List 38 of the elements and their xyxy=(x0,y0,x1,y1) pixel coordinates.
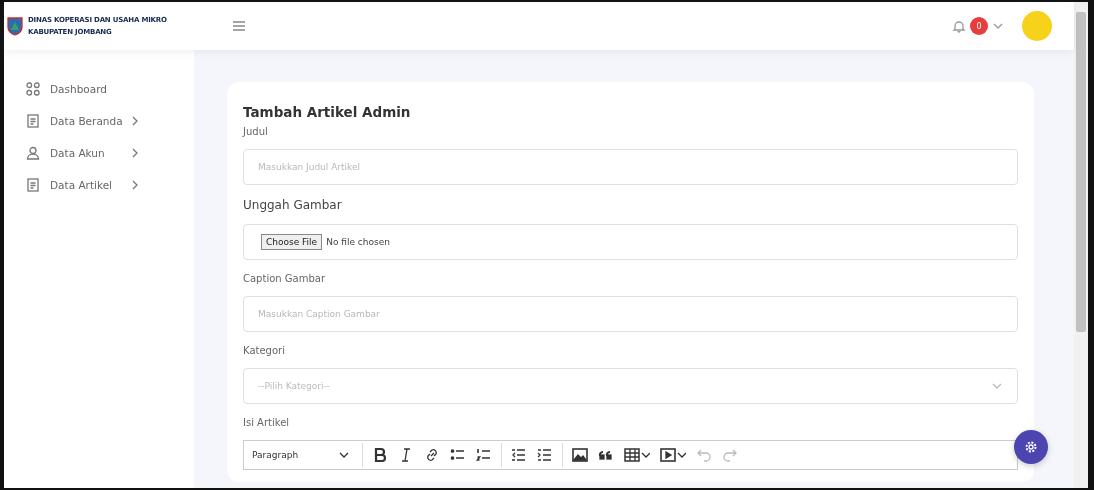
sidebar-item[interactable]: Data Beranda xyxy=(4,108,194,133)
user-icon xyxy=(26,145,40,160)
field-label: Caption Gambar xyxy=(243,273,326,284)
numbered-list-icon xyxy=(476,447,493,463)
redo-icon xyxy=(722,447,739,463)
sidebar-item[interactable]: Data Akun xyxy=(4,140,194,165)
outdent-icon xyxy=(511,447,528,463)
format-dropdown[interactable]: Paragraph xyxy=(252,449,359,461)
settings-button[interactable] xyxy=(1014,430,1048,464)
table-icon xyxy=(624,447,641,463)
field-label: Isi Artikel xyxy=(243,417,291,428)
field-label: Kategori xyxy=(243,345,286,356)
notification-button[interactable] xyxy=(952,19,966,33)
indent-icon xyxy=(537,447,554,463)
file-status: No file chosen xyxy=(326,237,390,247)
text-field[interactable]: Masukkan Caption Gambar xyxy=(243,296,1018,332)
sidebar-item[interactable]: Dashboard xyxy=(4,76,194,101)
menu-icon xyxy=(232,20,246,32)
form-title: Tambah Artikel Admin xyxy=(243,104,412,120)
notification-count: 0 xyxy=(970,17,988,35)
image-icon xyxy=(572,447,589,463)
text-field[interactable]: Masukkan Judul Artikel xyxy=(243,149,1018,185)
document-icon xyxy=(26,177,40,192)
document-icon xyxy=(26,113,40,128)
bell-icon xyxy=(952,19,966,33)
bulleted-list-icon xyxy=(450,447,467,463)
field-label: Judul xyxy=(243,126,269,137)
grid-icon xyxy=(26,81,40,96)
shield-logo-icon xyxy=(6,15,24,37)
file-field[interactable]: Choose File No file chosen xyxy=(243,224,1018,260)
media-icon xyxy=(660,447,677,463)
scrollbar[interactable] xyxy=(1074,2,1088,488)
undo-icon xyxy=(696,447,713,463)
sidebar-item[interactable]: Data Artikel xyxy=(4,172,194,197)
bold-icon xyxy=(372,447,389,463)
field-label: Unggah Gambar xyxy=(243,198,343,212)
settings-icon xyxy=(1024,440,1038,454)
choose-file-button[interactable]: Choose File xyxy=(261,234,323,250)
